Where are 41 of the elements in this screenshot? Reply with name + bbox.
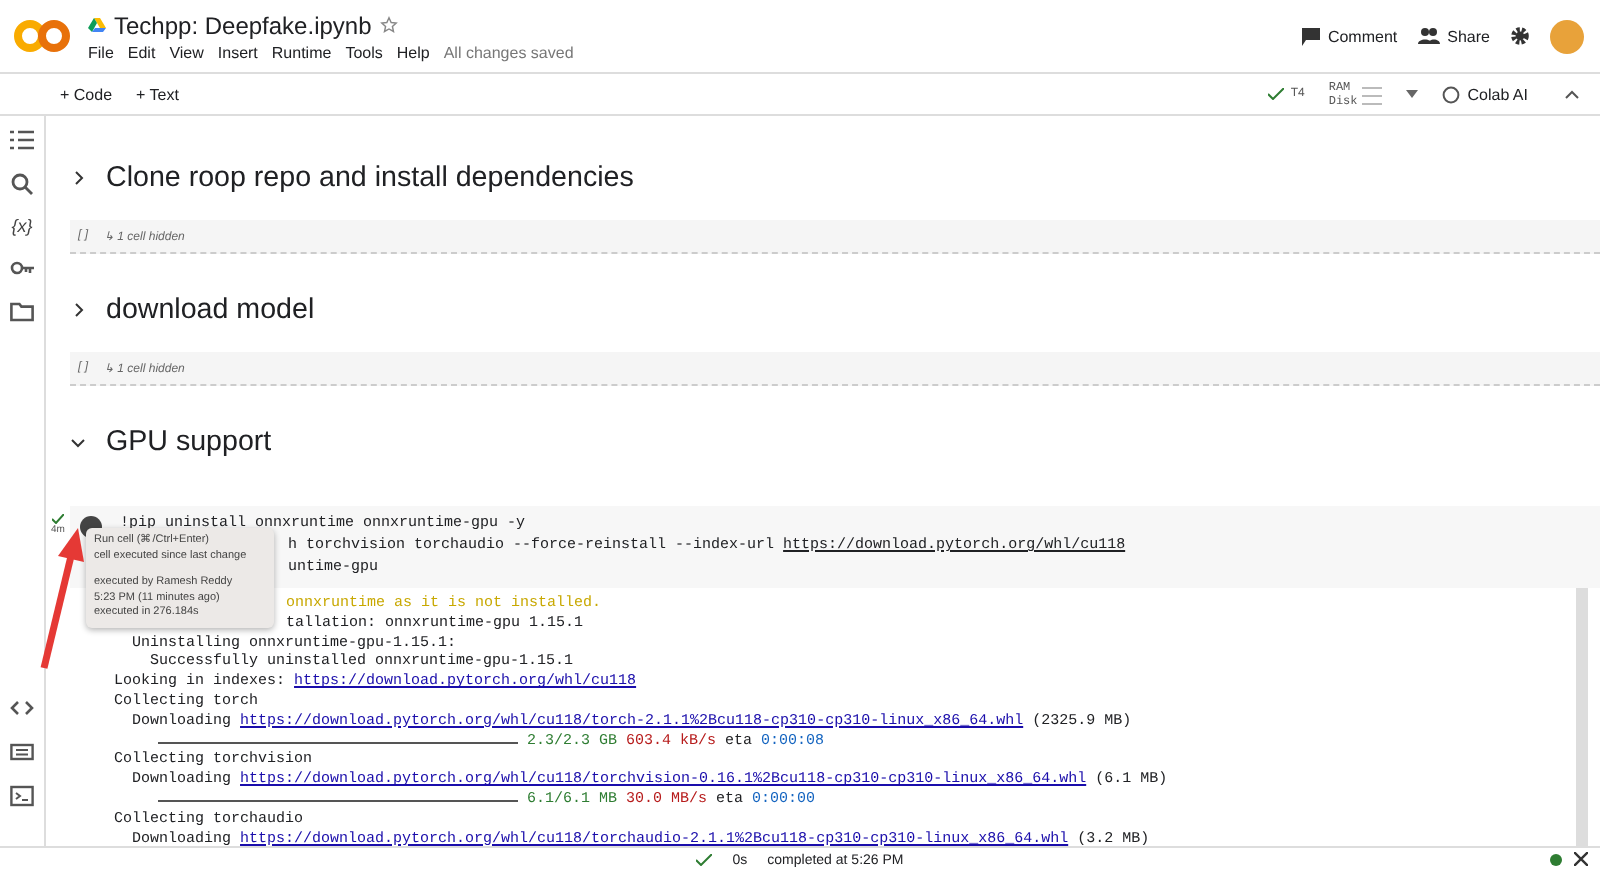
keyboard-icon[interactable] bbox=[10, 740, 34, 764]
settings-icon[interactable] bbox=[1510, 26, 1530, 46]
chevron-icon[interactable] bbox=[70, 434, 86, 450]
notebook-title[interactable]: Techpp: Deepfake.ipynb bbox=[114, 11, 372, 39]
colab-ai-button[interactable]: Colab AI bbox=[1441, 85, 1528, 103]
people-icon bbox=[1417, 28, 1440, 44]
comment-button[interactable]: Comment bbox=[1301, 27, 1398, 45]
key-icon[interactable] bbox=[10, 256, 34, 280]
section-heading: GPU support bbox=[106, 426, 272, 458]
table-of-contents-icon[interactable] bbox=[10, 128, 34, 152]
menu-item[interactable]: View bbox=[169, 43, 204, 61]
menu-item[interactable]: Help bbox=[396, 43, 430, 61]
chevron-icon[interactable] bbox=[70, 170, 86, 186]
collapse-icon[interactable] bbox=[1564, 89, 1580, 99]
terminal-icon[interactable] bbox=[10, 784, 34, 808]
add-code-button[interactable]: + Code bbox=[60, 85, 113, 103]
drive-icon bbox=[88, 17, 106, 33]
folder-icon[interactable] bbox=[10, 300, 34, 324]
menu-item[interactable]: Tools bbox=[345, 43, 383, 61]
variables-button[interactable]: {x} bbox=[11, 216, 33, 236]
code-icon[interactable] bbox=[10, 696, 34, 720]
check-icon bbox=[52, 514, 64, 524]
chevron-icon[interactable] bbox=[70, 302, 86, 318]
comment-icon bbox=[1301, 27, 1320, 45]
connection-indicator bbox=[1550, 853, 1562, 865]
star-icon[interactable] bbox=[379, 16, 398, 34]
menu-item[interactable]: Insert bbox=[217, 43, 258, 61]
share-button[interactable]: Share bbox=[1417, 27, 1490, 45]
add-text-button[interactable]: + Text bbox=[136, 85, 179, 103]
check-icon bbox=[1268, 88, 1285, 100]
menu-item[interactable]: Runtime bbox=[271, 43, 332, 61]
close-icon[interactable] bbox=[1574, 852, 1588, 866]
logo-icon bbox=[12, 16, 72, 56]
section-heading: Clone roop repo and install dependencies bbox=[106, 162, 634, 194]
menu-item[interactable]: Edit bbox=[127, 43, 156, 61]
menu-item[interactable]: File bbox=[88, 43, 114, 61]
search-icon[interactable] bbox=[10, 172, 34, 196]
section-heading: download model bbox=[106, 294, 315, 326]
check-icon bbox=[696, 854, 713, 866]
save-status: All changes saved bbox=[443, 43, 574, 61]
caret-icon[interactable] bbox=[1405, 90, 1418, 98]
